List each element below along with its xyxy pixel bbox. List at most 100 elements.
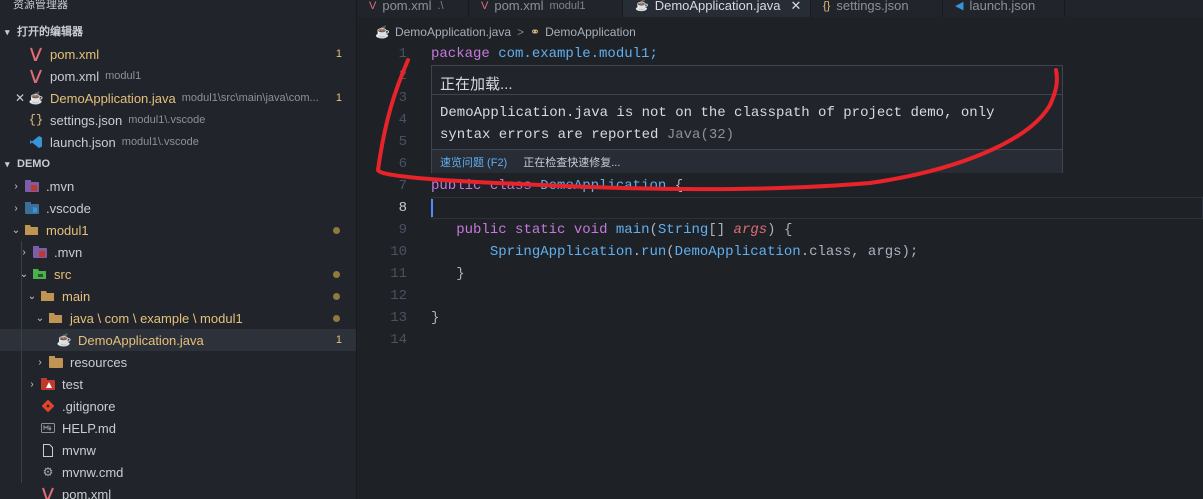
tree-item-modul1[interactable]: ⌄ modul1	[0, 219, 356, 241]
current-line-highlight	[431, 197, 1203, 219]
open-editors-header[interactable]: ▾ 打开的编辑器	[0, 21, 356, 43]
breadcrumb: ☕ DemoApplication.java > ⚭ DemoApplicati…	[357, 22, 636, 42]
modified-dot	[333, 270, 340, 278]
line-number: 1	[398, 46, 407, 62]
chevron-right-icon: ›	[14, 202, 18, 214]
close-icon[interactable]: ✕	[790, 0, 801, 12]
demo-folder-label: DEMO	[17, 158, 50, 170]
tab-desc: modul1	[549, 0, 586, 12]
tab-pom-root[interactable]: V pom.xml .\	[357, 0, 469, 17]
open-editors-label: 打开的编辑器	[17, 26, 83, 38]
tree-item-pom-xml[interactable]: pom.xml	[0, 483, 356, 499]
problem-count-badge: 1	[335, 48, 342, 60]
hover-divider	[432, 94, 1062, 95]
line-number: 8	[398, 200, 407, 216]
tree-item-java-package[interactable]: ⌄ java \ com \ example \ modul1	[0, 307, 356, 329]
code-line-11: }	[456, 266, 465, 282]
tab-pom-modul1[interactable]: V pom.xml modul1	[469, 0, 623, 17]
tree-item-label: resources	[70, 354, 128, 370]
open-editor-desc: modul1	[105, 70, 142, 82]
open-editor-demo-application[interactable]: ✕ ☕ DemoApplication.java modul1\src\main…	[0, 87, 356, 109]
tree-item-mvnw[interactable]: mvnw	[0, 439, 356, 461]
src-folder-icon	[32, 266, 48, 282]
chevron-down-icon: ⌄	[35, 312, 45, 324]
hover-popup: 正在加载... DemoApplication.java is not on t…	[431, 65, 1063, 173]
open-editor-pom-root[interactable]: pom.xml 1	[0, 43, 356, 65]
open-editor-desc: modul1\.vscode	[121, 136, 199, 148]
tree-item-label: mvnw	[62, 442, 96, 458]
json-icon: {}	[823, 0, 831, 12]
tree-item-label: HELP.md	[62, 420, 116, 436]
tree-item-resources[interactable]: › resources	[0, 351, 356, 373]
tree-item-vscode[interactable]: › .vscode	[0, 197, 356, 219]
maven-icon	[28, 46, 44, 62]
tree-item-label: java \ com \ example \ modul1	[70, 310, 243, 326]
open-editor-desc: modul1\src\main\java\com...	[181, 92, 319, 104]
gear-icon: ⚙	[42, 465, 54, 479]
tab-demo-application[interactable]: ☕ DemoApplication.java ✕	[623, 0, 811, 17]
tree-item-label: test	[62, 376, 83, 392]
maven-icon: V	[481, 0, 489, 12]
folder-icon	[24, 200, 40, 216]
java-icon: ☕	[56, 333, 72, 347]
tab-desc: .\	[437, 0, 444, 12]
line-number: 12	[390, 288, 407, 304]
diagnostic-source: Java(32)	[666, 127, 735, 143]
open-editor-pom-modul1[interactable]: pom.xml modul1	[0, 65, 356, 87]
tree-item-label: modul1	[46, 222, 89, 238]
line-number: 13	[390, 310, 407, 326]
line-number: 10	[390, 244, 407, 260]
demo-folder-header[interactable]: ▾ DEMO	[0, 153, 356, 175]
code-line-13: }	[431, 310, 440, 326]
line-number: 3	[398, 90, 407, 106]
editor-tab-bar: V pom.xml .\ V pom.xml modul1 ☕ DemoAppl…	[357, 0, 1203, 17]
tree-item-help-md[interactable]: HELP.md	[0, 417, 356, 439]
open-editor-label: pom.xml	[50, 46, 100, 62]
vscode-icon	[28, 134, 44, 150]
peek-problem-link[interactable]: 速览问题 (F2)	[440, 154, 507, 170]
line-number: 11	[390, 266, 407, 282]
tab-launch-json[interactable]: ◀ launch.json	[943, 0, 1065, 17]
tree-item-main[interactable]: ⌄ main	[0, 285, 356, 307]
tree-item-mvn[interactable]: › .mvn	[0, 175, 356, 197]
open-editor-desc: modul1\.vscode	[128, 114, 206, 126]
tree-item-label: .mvn	[46, 178, 75, 194]
close-icon[interactable]: ✕	[12, 91, 28, 105]
code-line-1: package com.example.modul1;	[431, 46, 658, 62]
explorer-sidebar: 资源管理器 ▾ 打开的编辑器 pom.xml 1 pom.xml modul1 …	[0, 0, 357, 499]
tree-item-label: main	[62, 288, 91, 304]
line-number: 9	[398, 222, 407, 238]
tree-item-modul1-mvn[interactable]: › .mvn	[0, 241, 356, 263]
hover-message: DemoApplication.java is not on the class…	[440, 102, 1050, 146]
chevron-down-icon: ▾	[5, 27, 10, 37]
open-editor-launch-json[interactable]: launch.json modul1\.vscode	[0, 131, 356, 153]
tree-item-label: .mvn	[54, 244, 83, 260]
tree-item-test[interactable]: › test	[0, 373, 356, 395]
tree-item-src[interactable]: ⌄ src	[0, 263, 356, 285]
line-number: 7	[398, 178, 407, 194]
tree-item-mvnw-cmd[interactable]: ⚙ mvnw.cmd	[0, 461, 356, 483]
quick-fix-status: 正在检查快速修复...	[523, 156, 621, 169]
folder-icon	[24, 178, 40, 194]
chevron-down-icon: ⌄	[11, 224, 21, 236]
tree-item-demo-application[interactable]: ☕ DemoApplication.java 1	[0, 329, 356, 351]
tab-label: settings.json	[836, 0, 909, 13]
line-number: 14	[390, 332, 407, 348]
folder-icon	[48, 354, 64, 370]
hover-status-bar: 速览问题 (F2) 正在检查快速修复...	[432, 149, 1062, 173]
markdown-icon	[40, 420, 56, 436]
breadcrumb-symbol[interactable]: DemoApplication	[545, 25, 636, 39]
tree-item-label: .vscode	[46, 200, 91, 216]
breadcrumb-file[interactable]: DemoApplication.java	[395, 25, 511, 39]
problem-count-badge: 1	[335, 92, 342, 104]
tab-settings-json[interactable]: {} settings.json	[811, 0, 943, 17]
tree-item-gitignore[interactable]: .gitignore	[0, 395, 356, 417]
open-editor-settings-json[interactable]: {} settings.json modul1\.vscode	[0, 109, 356, 131]
modified-dot	[333, 314, 340, 322]
maven-icon	[40, 486, 56, 499]
tab-label: pom.xml	[494, 0, 544, 13]
code-line-9: public static void main(String[] args) {	[456, 222, 793, 238]
tab-label: DemoApplication.java	[654, 0, 781, 13]
class-symbol-icon: ⚭	[530, 25, 541, 39]
tree-item-label: DemoApplication.java	[78, 332, 204, 348]
